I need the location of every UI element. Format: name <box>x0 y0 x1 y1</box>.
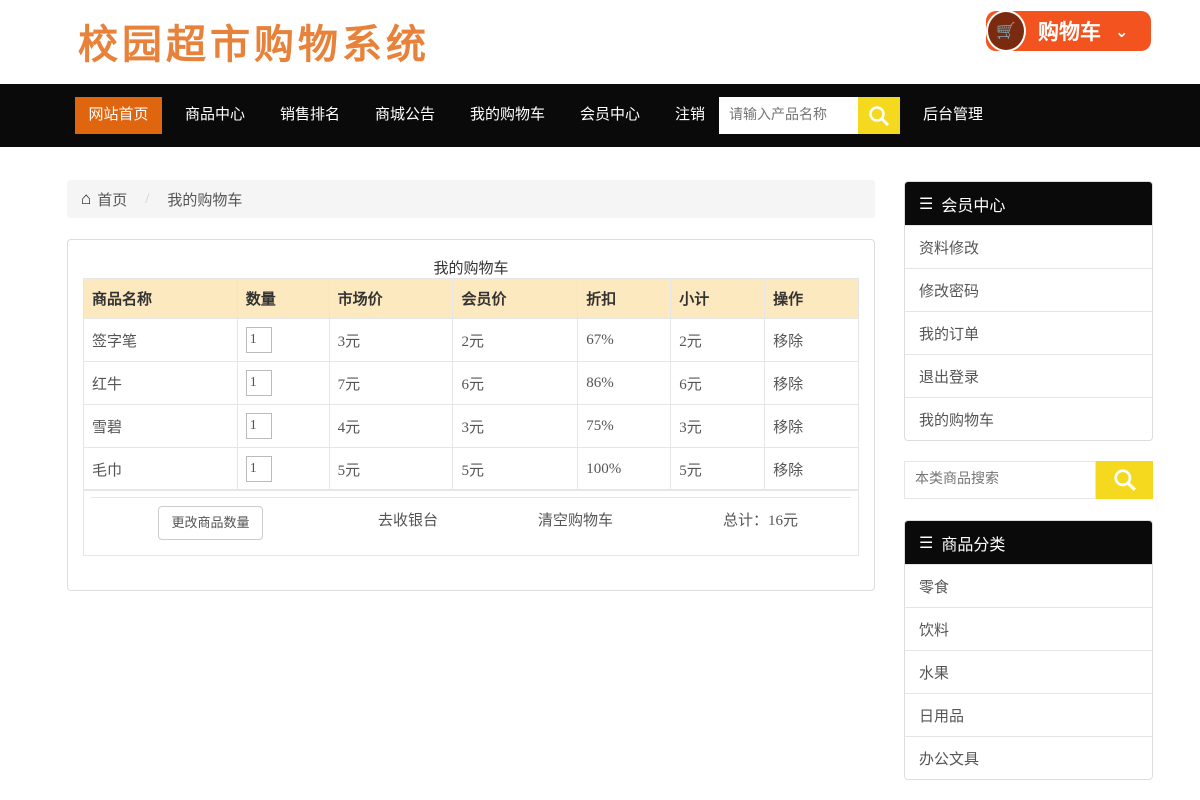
nav-my-cart[interactable]: 我的购物车 <box>470 97 545 134</box>
cart-icon: 🛒 <box>986 10 1026 52</box>
subtotal: 5元 <box>671 448 765 491</box>
item-name: 雪碧 <box>84 405 238 448</box>
update-quantity-button[interactable]: 更改商品数量 <box>158 506 263 540</box>
cart-button-label: 购物车 <box>1038 16 1101 46</box>
product-search-input[interactable] <box>719 97 858 134</box>
list-icon: ☰ <box>919 194 933 214</box>
discount: 86% <box>578 362 671 405</box>
category-daily[interactable]: 日用品 <box>905 693 1152 736</box>
checkout-link[interactable]: 去收银台 <box>378 509 438 530</box>
breadcrumb: ⌂ 首页 / 我的购物车 <box>67 180 875 218</box>
category-panel: ☰ 商品分类 零食 饮料 水果 日用品 办公文具 <box>904 520 1153 780</box>
breadcrumb-current: 我的购物车 <box>167 189 242 210</box>
sidebar-item-orders[interactable]: 我的订单 <box>905 311 1152 354</box>
sidebar-item-logout[interactable]: 退出登录 <box>905 354 1152 397</box>
quantity-input[interactable] <box>246 413 272 439</box>
category-snacks[interactable]: 零食 <box>905 564 1152 607</box>
category-search-input[interactable] <box>904 461 1096 499</box>
quantity-input[interactable] <box>246 370 272 396</box>
item-name: 红牛 <box>84 362 238 405</box>
nav-home[interactable]: 网站首页 <box>75 97 162 134</box>
search-icon <box>1113 468 1137 492</box>
search-icon <box>868 105 890 127</box>
category-office[interactable]: 办公文具 <box>905 736 1152 779</box>
search-button[interactable] <box>858 97 900 134</box>
market-price: 4元 <box>329 405 453 448</box>
sidebar-item-cart[interactable]: 我的购物车 <box>905 397 1152 440</box>
item-name: 毛巾 <box>84 448 238 491</box>
remove-link[interactable]: 移除 <box>765 362 859 405</box>
cart-table: 商品名称 数量 市场价 会员价 折扣 小计 操作 签字笔3元2元67%2元移除 … <box>83 278 859 491</box>
table-row: 签字笔3元2元67%2元移除 <box>84 319 859 362</box>
market-price: 5元 <box>329 448 453 491</box>
divider <box>91 497 851 498</box>
quantity-input[interactable] <box>246 327 272 353</box>
col-name: 商品名称 <box>84 279 238 319</box>
nav-member[interactable]: 会员中心 <box>580 97 640 134</box>
clear-cart-link[interactable]: 清空购物车 <box>538 509 613 530</box>
breadcrumb-home[interactable]: 首页 <box>97 189 127 210</box>
market-price: 7元 <box>329 362 453 405</box>
nav-admin[interactable]: 后台管理 <box>923 97 983 134</box>
market-price: 3元 <box>329 319 453 362</box>
member-price: 5元 <box>453 448 578 491</box>
remove-link[interactable]: 移除 <box>765 319 859 362</box>
cart-caption: 我的购物车 <box>83 257 859 278</box>
remove-link[interactable]: 移除 <box>765 448 859 491</box>
home-icon: ⌂ <box>81 189 91 209</box>
col-discount: 折扣 <box>578 279 671 319</box>
member-price: 6元 <box>453 362 578 405</box>
category-search-button[interactable] <box>1096 461 1153 499</box>
site-logo[interactable]: 校园超市购物系统 <box>78 12 430 70</box>
item-name: 签字笔 <box>84 319 238 362</box>
list-icon: ☰ <box>919 533 933 553</box>
discount: 67% <box>578 319 671 362</box>
table-row: 雪碧4元3元75%3元移除 <box>84 405 859 448</box>
table-row: 红牛7元6元86%6元移除 <box>84 362 859 405</box>
category-drinks[interactable]: 饮料 <box>905 607 1152 650</box>
chevron-down-icon: ⌄ <box>1115 22 1128 41</box>
subtotal: 3元 <box>671 405 765 448</box>
table-row: 毛巾5元5元100%5元移除 <box>84 448 859 491</box>
subtotal: 2元 <box>671 319 765 362</box>
quantity-input[interactable] <box>246 456 272 482</box>
member-center-panel: ☰ 会员中心 资料修改 修改密码 我的订单 退出登录 我的购物车 <box>904 181 1153 441</box>
member-price: 2元 <box>453 319 578 362</box>
sidebar-item-password[interactable]: 修改密码 <box>905 268 1152 311</box>
discount: 100% <box>578 448 671 491</box>
nav-ranking[interactable]: 销售排名 <box>280 97 340 134</box>
cart-total: 总计：16元 <box>723 509 798 530</box>
col-action: 操作 <box>765 279 859 319</box>
sidebar-item-profile[interactable]: 资料修改 <box>905 225 1152 268</box>
col-qty: 数量 <box>237 279 329 319</box>
nav-logout[interactable]: 注销 <box>675 97 705 134</box>
col-subtotal: 小计 <box>671 279 765 319</box>
panel-title: 会员中心 <box>941 192 1005 216</box>
remove-link[interactable]: 移除 <box>765 405 859 448</box>
table-header: 商品名称 数量 市场价 会员价 折扣 小计 操作 <box>84 279 859 319</box>
col-market: 市场价 <box>329 279 453 319</box>
panel-title: 商品分类 <box>941 531 1005 555</box>
discount: 75% <box>578 405 671 448</box>
nav-products[interactable]: 商品中心 <box>185 97 245 134</box>
col-member: 会员价 <box>453 279 578 319</box>
member-price: 3元 <box>453 405 578 448</box>
subtotal: 6元 <box>671 362 765 405</box>
nav-notice[interactable]: 商城公告 <box>375 97 435 134</box>
category-fruit[interactable]: 水果 <box>905 650 1152 693</box>
